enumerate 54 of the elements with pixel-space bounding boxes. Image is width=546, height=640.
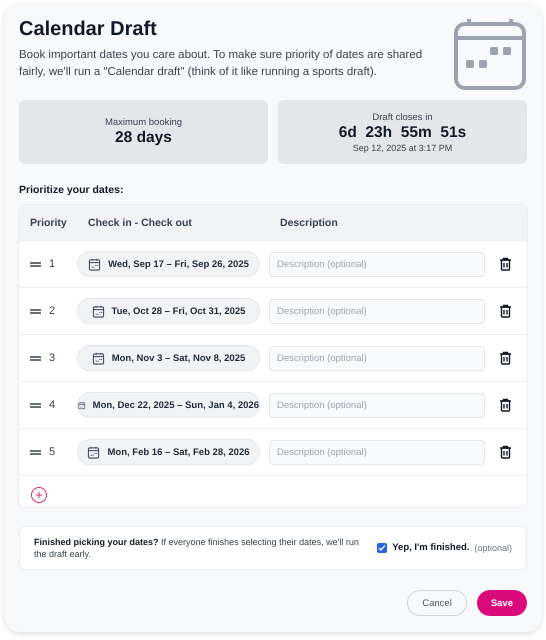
priority-number: 2: [49, 305, 56, 317]
trash-icon: [499, 351, 512, 365]
column-header: Priority: [30, 216, 67, 228]
date-range-button[interactable]: Mon, Dec 22, 2025 – Sun, Jan 4, 2026: [77, 392, 260, 418]
description-input[interactable]: Description (optional): [269, 346, 485, 370]
add-button[interactable]: [31, 487, 47, 503]
column-header: Description: [280, 216, 338, 228]
column-header: Check in - Check out: [88, 216, 192, 228]
drag-handle-icon[interactable]: [30, 308, 41, 314]
date-range-button[interactable]: Wed, Sep 17 – Fri, Sep 26, 2025: [77, 251, 260, 277]
delete-button[interactable]: [499, 351, 512, 365]
finished-message: Finished picking your dates? If everyone finishes selecting their dates, we'll run the draft early.: [34, 536, 360, 560]
page-description: Book important dates you care about. To make sure priority of dates are shared fairly, we'll run a "Calendar draft" (think of it like running a sports draft).: [19, 48, 424, 80]
description-input[interactable]: Description (optional): [269, 298, 485, 324]
stat-detail: Sep 12, 2025 at 3:17 PM: [352, 142, 452, 152]
trash-icon: [499, 257, 512, 271]
priority-number: 1: [49, 258, 56, 270]
delete-button[interactable]: [499, 304, 512, 318]
priority-number: 3: [49, 352, 56, 364]
calendar-icon: [453, 18, 527, 92]
plus-icon: [36, 492, 42, 498]
drag-handle-icon[interactable]: [30, 356, 41, 360]
priority-number: 5: [49, 446, 56, 458]
checkbox-hint: (optional): [474, 542, 512, 553]
calendar-icon: [88, 258, 102, 270]
save-button[interactable]: Save: [476, 590, 527, 616]
date-range-button[interactable]: Tue, Oct 28 – Fri, Oct 31, 2025: [77, 298, 260, 324]
description-input[interactable]: Description (optional): [269, 252, 485, 276]
delete-button[interactable]: [499, 398, 512, 412]
drag-handle-icon[interactable]: [30, 450, 41, 454]
priority-number: 4: [49, 399, 56, 411]
date-range-button[interactable]: Mon, Feb 16 – Sat, Feb 28, 2026: [77, 439, 260, 465]
trash-icon: [499, 445, 512, 459]
calendar-icon: [87, 446, 100, 458]
drag-handle-icon[interactable]: [30, 262, 41, 266]
checkbox-label: Yep, I'm finished.: [392, 542, 470, 554]
description-input[interactable]: Description (optional): [269, 440, 485, 464]
stat-label: Draft closes in: [372, 112, 433, 122]
cancel-button[interactable]: Cancel: [407, 590, 467, 616]
finished-checkbox[interactable]: [377, 542, 388, 553]
stat-value: 28 days: [115, 128, 172, 146]
page-title: Calendar Draft: [19, 18, 158, 41]
calendar-icon: [92, 352, 105, 364]
drag-handle-icon[interactable]: [30, 402, 41, 408]
stat-label: Maximum booking: [104, 116, 182, 128]
delete-button[interactable]: [499, 445, 512, 459]
date-range-button[interactable]: Mon, Nov 3 – Sat, Nov 8, 2025: [77, 345, 260, 371]
calendar-icon: [92, 304, 105, 318]
stat-value: 6d 23h 55m 51s: [338, 124, 466, 142]
description-input[interactable]: Description (optional): [269, 392, 485, 418]
trash-icon: [499, 304, 512, 318]
trash-icon: [499, 398, 512, 412]
delete-button[interactable]: [499, 257, 512, 271]
section-title: Prioritize your dates:: [19, 184, 124, 196]
